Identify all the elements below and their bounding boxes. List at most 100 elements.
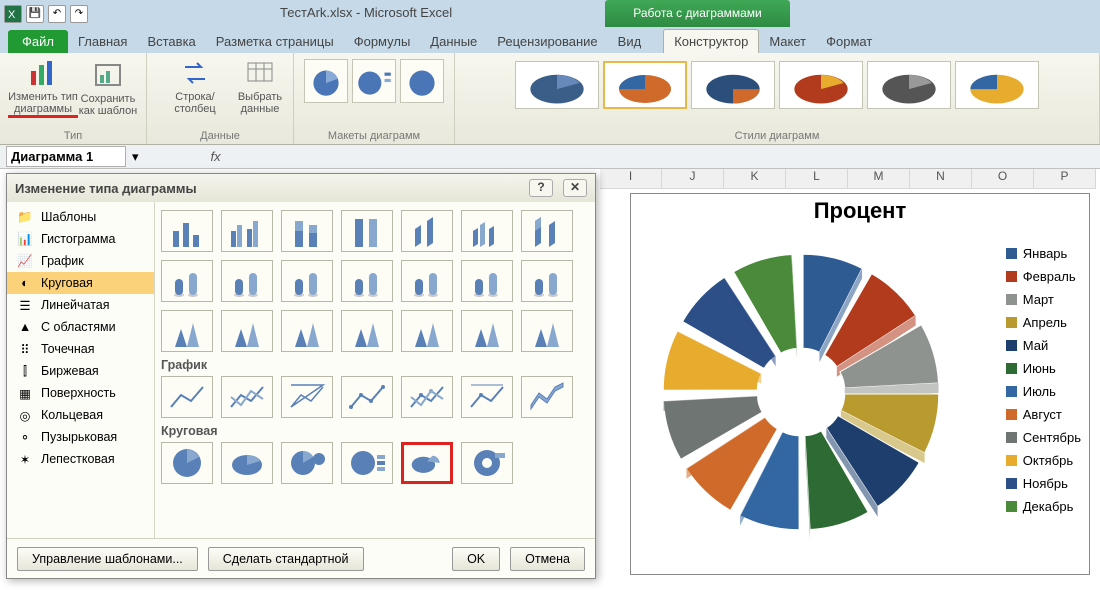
ribbon: Изменить тип диаграммы Сохранить как шаб…: [0, 53, 1100, 145]
pie-thumb-2[interactable]: [281, 442, 333, 484]
pie-thumb-3[interactable]: [341, 442, 393, 484]
save-icon[interactable]: 💾: [26, 5, 44, 23]
hist-thumb-0-0[interactable]: [161, 210, 213, 252]
hist-thumb-2-3[interactable]: [341, 310, 393, 352]
col-l[interactable]: L: [786, 169, 848, 189]
redo-icon[interactable]: ↷: [70, 5, 88, 23]
pie-thumb-1[interactable]: [221, 442, 273, 484]
category-radar[interactable]: ✶Лепестковая: [7, 448, 154, 470]
namebox-dropdown-icon[interactable]: ▾: [132, 149, 139, 165]
category-stock[interactable]: ⫿Биржевая: [7, 360, 154, 382]
help-icon[interactable]: ?: [529, 179, 553, 197]
hist-thumb-2-2[interactable]: [281, 310, 333, 352]
col-m[interactable]: M: [848, 169, 910, 189]
hist-thumb-0-4[interactable]: [401, 210, 453, 252]
hist-thumb-1-1[interactable]: [221, 260, 273, 302]
col-i[interactable]: I: [600, 169, 662, 189]
cancel-button[interactable]: Отмена: [510, 547, 585, 571]
tab-home[interactable]: Главная: [68, 30, 137, 53]
col-p[interactable]: P: [1034, 169, 1096, 189]
category-bubble[interactable]: ⚬Пузырьковая: [7, 426, 154, 448]
hist-thumb-0-3[interactable]: [341, 210, 393, 252]
chart-category-list: 📁Шаблоны📊Гистограмма📈График◐Круговая☰Лин…: [7, 202, 155, 538]
layout-thumb-1[interactable]: [304, 59, 348, 103]
hist-thumb-1-3[interactable]: [341, 260, 393, 302]
titlebar: X 💾 ↶ ↷ ТестArk.xlsx - Microsoft Excel Р…: [0, 0, 1100, 27]
style-thumb-3[interactable]: [691, 61, 775, 109]
tab-file[interactable]: Файл: [8, 30, 68, 53]
category-pie[interactable]: ◐Круговая: [7, 272, 154, 294]
category-donut[interactable]: ◎Кольцевая: [7, 404, 154, 426]
line-thumb-1[interactable]: [221, 376, 273, 418]
hist-thumb-1-0[interactable]: [161, 260, 213, 302]
pie-thumb-0[interactable]: [161, 442, 213, 484]
line-thumb-5[interactable]: [461, 376, 513, 418]
category-line[interactable]: 📈График: [7, 250, 154, 272]
pie-thumb-5[interactable]: [461, 442, 513, 484]
hist-thumb-1-4[interactable]: [401, 260, 453, 302]
style-thumb-4[interactable]: [779, 61, 863, 109]
column-headers: I J K L M N O P: [600, 169, 1100, 189]
excel-icon: X: [4, 5, 22, 23]
category-folder[interactable]: 📁Шаблоны: [7, 206, 154, 228]
line-thumb-6[interactable]: [521, 376, 573, 418]
category-hbar[interactable]: ☰Линейчатая: [7, 294, 154, 316]
tab-view[interactable]: Вид: [608, 30, 652, 53]
set-default-button[interactable]: Сделать стандартной: [208, 547, 364, 571]
category-area[interactable]: ▲С областями: [7, 316, 154, 338]
chart-title: Процент: [631, 194, 1089, 224]
style-thumb-2-selected[interactable]: [603, 61, 687, 109]
line-thumb-0[interactable]: [161, 376, 213, 418]
hist-thumb-2-6[interactable]: [521, 310, 573, 352]
name-box[interactable]: Диаграмма 1: [6, 146, 126, 167]
embedded-chart[interactable]: Процент ЯнварьФевральМартАпрельМайИюньИю…: [630, 193, 1090, 575]
line-thumb-2[interactable]: [281, 376, 333, 418]
hist-thumb-1-6[interactable]: [521, 260, 573, 302]
change-chart-type-button[interactable]: Изменить тип диаграммы: [8, 57, 78, 118]
hist-thumb-2-1[interactable]: [221, 310, 273, 352]
category-scatter[interactable]: ⠿Точечная: [7, 338, 154, 360]
save-template-button[interactable]: Сохранить как шаблон: [78, 59, 138, 117]
select-data-button[interactable]: Выбрать данные: [235, 57, 285, 115]
pie-thumb-4[interactable]: [401, 442, 453, 484]
save-template-label: Сохранить как шаблон: [78, 93, 138, 117]
tab-insert[interactable]: Вставка: [137, 30, 205, 53]
hist-thumb-2-0[interactable]: [161, 310, 213, 352]
fx-label[interactable]: fx: [211, 149, 221, 164]
style-thumb-6[interactable]: [955, 61, 1039, 109]
switch-rowcol-label: Строка/столбец: [155, 91, 235, 115]
col-j[interactable]: J: [662, 169, 724, 189]
tab-format[interactable]: Формат: [816, 30, 882, 53]
tab-layout[interactable]: Макет: [759, 30, 816, 53]
switch-rowcol-button[interactable]: Строка/столбец: [155, 57, 235, 115]
tab-design[interactable]: Конструктор: [663, 29, 759, 53]
hist-thumb-1-5[interactable]: [461, 260, 513, 302]
hist-thumb-0-1[interactable]: [221, 210, 273, 252]
tab-page-layout[interactable]: Разметка страницы: [206, 30, 344, 53]
hist-thumb-1-2[interactable]: [281, 260, 333, 302]
manage-templates-button[interactable]: Управление шаблонами...: [17, 547, 198, 571]
legend-item-2: Март: [1006, 292, 1081, 307]
style-thumb-5[interactable]: [867, 61, 951, 109]
layout-thumb-3[interactable]: [400, 59, 444, 103]
hist-thumb-0-6[interactable]: [521, 210, 573, 252]
line-thumb-3[interactable]: [341, 376, 393, 418]
col-o[interactable]: O: [972, 169, 1034, 189]
undo-icon[interactable]: ↶: [48, 5, 66, 23]
style-thumb-1[interactable]: [515, 61, 599, 109]
tab-formulas[interactable]: Формулы: [344, 30, 421, 53]
hist-thumb-2-5[interactable]: [461, 310, 513, 352]
col-n[interactable]: N: [910, 169, 972, 189]
tab-data[interactable]: Данные: [420, 30, 487, 53]
hist-thumb-0-5[interactable]: [461, 210, 513, 252]
hist-thumb-2-4[interactable]: [401, 310, 453, 352]
close-icon[interactable]: ✕: [563, 179, 587, 197]
category-bar[interactable]: 📊Гистограмма: [7, 228, 154, 250]
col-k[interactable]: K: [724, 169, 786, 189]
hist-thumb-0-2[interactable]: [281, 210, 333, 252]
layout-thumb-2[interactable]: [352, 59, 396, 103]
ok-button[interactable]: OK: [452, 547, 500, 571]
line-thumb-4[interactable]: [401, 376, 453, 418]
category-surface[interactable]: ▦Поверхность: [7, 382, 154, 404]
tab-review[interactable]: Рецензирование: [487, 30, 607, 53]
